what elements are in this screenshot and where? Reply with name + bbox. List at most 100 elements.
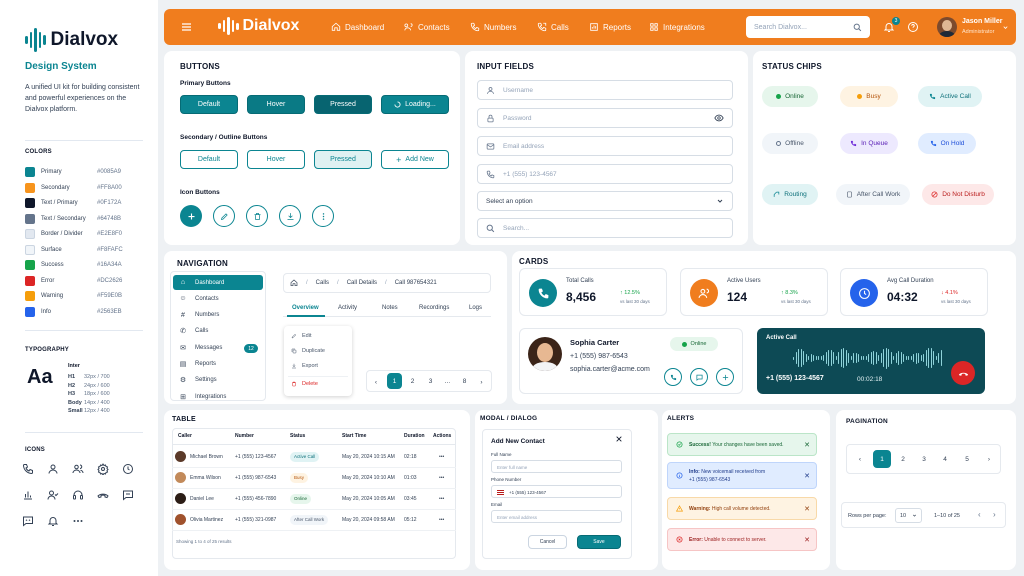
tab-activity[interactable]: Activity	[338, 305, 357, 311]
menu-item-export[interactable]: Export	[291, 363, 318, 369]
page-button[interactable]: 4	[936, 450, 954, 468]
header-logo[interactable]: Dialvox	[218, 17, 299, 35]
header-nav-integrations[interactable]: Integrations	[649, 9, 705, 45]
header-nav-numbers[interactable]: Numbers	[470, 9, 516, 45]
more-contact-button[interactable]	[716, 368, 734, 386]
row-actions-button[interactable]: •••	[439, 454, 444, 460]
side-nav-item-calls[interactable]: ✆ Calls	[173, 324, 263, 339]
delete-icon-button[interactable]	[246, 205, 268, 227]
add-icon-button[interactable]	[180, 205, 202, 227]
email-field[interactable]: Email address	[477, 136, 733, 156]
side-nav-item-settings[interactable]: ⚙ Settings	[173, 373, 263, 388]
menu-item-delete[interactable]: Delete	[291, 381, 318, 387]
start-time: May 20, 2024 10:10 AM	[342, 475, 395, 481]
edit-icon-button[interactable]	[213, 205, 235, 227]
side-nav-item-contacts[interactable]: ☺ Contacts	[173, 291, 263, 306]
close-icon[interactable]: ✕	[804, 441, 810, 449]
primary-hover-button[interactable]: Hover	[247, 95, 305, 114]
close-icon[interactable]	[615, 435, 623, 443]
menu-item-duplicate[interactable]: Duplicate	[291, 348, 325, 354]
secondary-pressed-button[interactable]: Pressed	[314, 150, 372, 169]
header-nav-dashboard[interactable]: Dashboard	[331, 9, 384, 45]
password-field[interactable]: Password	[477, 108, 733, 128]
color-hex: #2563EB	[97, 308, 122, 315]
home-icon[interactable]	[290, 279, 298, 287]
tab-notes[interactable]: Notes	[382, 305, 398, 311]
save-button[interactable]: Save	[577, 535, 621, 549]
primary-loading-button[interactable]: Loading...	[381, 95, 449, 114]
table-row[interactable]: Olivia Martinez +1 (555) 321-0987 After Ca…	[172, 510, 456, 531]
username-field[interactable]: Username	[477, 80, 733, 100]
message-contact-button[interactable]	[690, 368, 708, 386]
call-contact-button[interactable]	[664, 368, 682, 386]
prev-page-icon[interactable]: ‹	[978, 510, 981, 519]
page-button[interactable]: 3	[423, 373, 438, 389]
download-icon-button[interactable]	[279, 205, 301, 227]
primary-default-button[interactable]: Default	[180, 95, 238, 114]
side-nav-item-dashboard[interactable]: ⌂ Dashboard	[173, 275, 263, 290]
color-hex: #0F172A	[97, 200, 122, 206]
breadcrumb-item[interactable]: Call Details	[347, 280, 377, 286]
page-button[interactable]: 1	[387, 373, 402, 389]
tab-overview[interactable]: Overview	[292, 305, 319, 311]
waveform-bar	[805, 354, 807, 362]
header-nav-contacts[interactable]: Contacts	[404, 9, 450, 45]
eye-icon[interactable]	[714, 113, 724, 123]
primary-pressed-button[interactable]: Pressed	[314, 95, 372, 114]
phone-field[interactable]: +1 (555) 123-4567	[477, 164, 733, 184]
breadcrumb-item[interactable]: Calls	[316, 280, 329, 286]
full-name-input[interactable]: Enter full name	[491, 460, 622, 473]
phone-label: Phone Number	[491, 477, 522, 482]
header-nav-calls[interactable]: Calls	[537, 9, 569, 45]
search-field[interactable]: Search...	[477, 218, 733, 238]
table-row[interactable]: Emma Wilson +1 (555) 987-6543 Busy May 20, …	[172, 468, 456, 489]
page-button[interactable]: 8	[457, 373, 472, 389]
page-button[interactable]: 1	[873, 450, 891, 468]
user-icon	[487, 86, 494, 94]
menu-item-edit[interactable]: Edit	[291, 333, 311, 339]
user-avatar[interactable]	[937, 17, 957, 37]
side-nav-item-integrations[interactable]: ⊞ Integrations	[173, 389, 263, 404]
hash-icon: #	[181, 311, 185, 319]
menu-icon[interactable]	[180, 21, 193, 33]
side-nav-label: Messages	[195, 344, 223, 351]
header-nav-label: Reports	[603, 22, 632, 32]
email-input[interactable]: Enter email address	[491, 510, 622, 523]
side-nav-item-reports[interactable]: ▤ Reports	[173, 357, 263, 372]
prev-page-icon[interactable]: ‹	[369, 373, 383, 391]
header-search[interactable]: Search Dialvox...	[746, 16, 870, 38]
table-row[interactable]: Daniel Lee +1 (555) 456-7890 Online May 20,…	[172, 489, 456, 510]
more-icon-button[interactable]	[312, 205, 334, 227]
chip-online: Online	[762, 86, 818, 107]
next-page-icon[interactable]: ›	[474, 373, 489, 391]
plus-icon: +	[396, 154, 402, 165]
secondary-default-button[interactable]: Default	[180, 150, 238, 169]
close-icon[interactable]: ✕	[804, 505, 810, 513]
page-button[interactable]: 2	[894, 450, 912, 468]
rows-per-page-select[interactable]: 10	[895, 508, 922, 523]
tab-recordings[interactable]: Recordings	[419, 305, 449, 311]
table-row[interactable]: Michael Brown +1 (555) 123-4567 Active Cal…	[172, 447, 456, 468]
page-button[interactable]: 5	[958, 450, 976, 468]
header-nav-reports[interactable]: Reports	[589, 9, 631, 45]
close-icon[interactable]: ✕	[804, 472, 810, 480]
row-actions-button[interactable]: •••	[439, 496, 444, 502]
side-nav-item-numbers[interactable]: # Numbers	[173, 308, 263, 323]
add-new-button[interactable]: + Add New	[381, 150, 449, 169]
secondary-hover-button[interactable]: Hover	[247, 150, 305, 169]
page-button[interactable]: 3	[915, 450, 933, 468]
row-actions-button[interactable]: •••	[439, 517, 444, 523]
cancel-button[interactable]: Cancel	[528, 535, 567, 549]
close-icon[interactable]: ✕	[804, 536, 810, 544]
next-page-icon[interactable]: ›	[993, 510, 996, 519]
prev-page-icon[interactable]: ‹	[851, 450, 869, 468]
help-icon[interactable]	[907, 21, 919, 33]
select-field[interactable]: Select an option	[477, 191, 733, 211]
hang-up-button[interactable]	[951, 361, 975, 385]
chevron-down-icon[interactable]	[1002, 24, 1009, 31]
phone-input[interactable]: +1 (555) 123-4567	[491, 485, 622, 498]
next-page-icon[interactable]: ›	[980, 450, 998, 468]
tab-logs[interactable]: Logs	[469, 305, 482, 311]
row-actions-button[interactable]: •••	[439, 475, 444, 481]
page-button[interactable]: 2	[405, 373, 420, 389]
